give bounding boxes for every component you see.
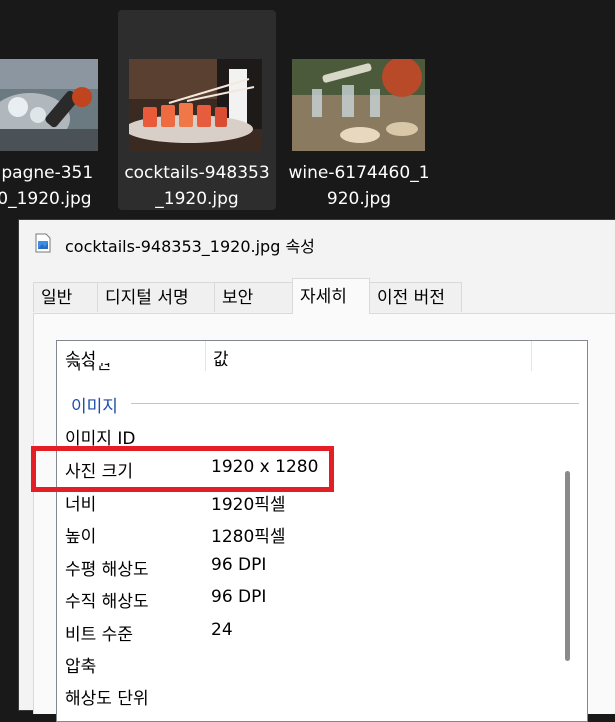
thumbnail-wine xyxy=(292,59,425,151)
tab-security-label: 보안 xyxy=(222,288,254,308)
tab-previous-versions-label: 이전 버전 xyxy=(377,288,445,308)
file-name-cocktails: cocktails-948353 _1920.jpg xyxy=(124,163,270,209)
property-name: 비트 수준 xyxy=(65,625,133,645)
list-item[interactable]: 수직 해상도 96 DPI xyxy=(57,584,565,616)
property-name: 압축 xyxy=(65,657,97,677)
list-item[interactable]: 수평 해상도 96 DPI xyxy=(57,552,565,584)
tab-details-label: 자세히 xyxy=(300,287,347,307)
list-item[interactable]: 압축 xyxy=(57,649,565,681)
header-separator[interactable] xyxy=(205,341,206,371)
list-item[interactable]: 해상도 단위 xyxy=(57,681,565,713)
property-list[interactable]: 속성 값 저작권 이미지 이미지 ID 사진 크기 1920 x 1280 너비… xyxy=(56,340,588,722)
tab-security[interactable]: 보안 xyxy=(214,282,293,312)
tab-previous-versions[interactable]: 이전 버전 xyxy=(369,282,462,312)
header-separator[interactable] xyxy=(531,341,532,371)
scrollbar-thumb[interactable] xyxy=(565,471,570,661)
thumbnail-cocktails xyxy=(129,59,262,151)
clipped-list-item-label: 저작권 xyxy=(67,363,112,373)
file-tile-champagne[interactable]: mpagne-351 40_1920.jpg xyxy=(0,10,118,210)
list-item[interactable]: 비트 수준 24 xyxy=(57,617,565,649)
property-name: 수평 해상도 xyxy=(65,560,149,580)
property-name: 너비 xyxy=(65,495,97,515)
list-header: 속성 값 xyxy=(57,341,587,371)
list-item[interactable]: 높이 1280픽셀 xyxy=(57,519,565,551)
property-name: 높이 xyxy=(65,527,97,547)
list-scrollbar[interactable] xyxy=(562,121,572,661)
dialog-titlebar[interactable]: cocktails-948353_1920.jpg 속성 xyxy=(19,220,615,268)
property-name: 수직 해상도 xyxy=(65,592,149,612)
tab-digital-signature-label: 디지털 서명 xyxy=(105,288,189,308)
group-header-image: 이미지 xyxy=(71,392,579,417)
tab-general-label: 일반 xyxy=(41,288,73,308)
dialog-title: cocktails-948353_1920.jpg 속성 xyxy=(65,237,315,256)
image-file-icon xyxy=(35,233,51,253)
file-name-champagne: mpagne-351 40_1920.jpg xyxy=(0,163,94,209)
highlight-annotation xyxy=(31,446,334,492)
file-tile-wine[interactable]: wine-6174460_1 920.jpg xyxy=(280,10,438,210)
file-tile-cocktails[interactable]: cocktails-948353 _1920.jpg xyxy=(118,10,276,210)
property-value: 1920픽셀 xyxy=(211,495,286,515)
property-value: 96 DPI xyxy=(211,587,267,607)
tab-general[interactable]: 일반 xyxy=(33,282,98,312)
property-value: 1280픽셀 xyxy=(211,527,286,547)
property-value: 96 DPI xyxy=(211,555,267,575)
file-name-wine: wine-6174460_1 920.jpg xyxy=(288,163,430,209)
tab-details[interactable]: 자세히 xyxy=(292,278,370,314)
details-panel: 속성 값 저작권 이미지 이미지 ID 사진 크기 1920 x 1280 너비… xyxy=(33,313,615,722)
clipped-list-item: 저작권 xyxy=(67,363,111,373)
thumbnail-champagne xyxy=(0,59,98,151)
header-value[interactable]: 값 xyxy=(213,345,229,370)
tab-digital-signature[interactable]: 디지털 서명 xyxy=(97,282,215,312)
group-divider xyxy=(131,403,579,404)
property-value: 24 xyxy=(211,620,233,640)
group-label: 이미지 xyxy=(71,397,118,417)
